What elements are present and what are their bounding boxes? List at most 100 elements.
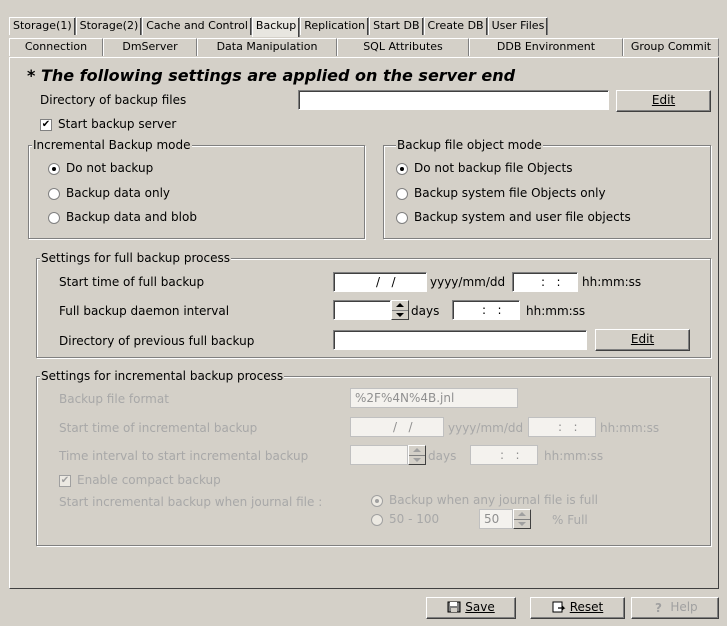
- tab-group-commit[interactable]: Group Commit: [623, 38, 719, 56]
- save-button[interactable]: Save: [426, 597, 516, 619]
- radio-label: Do not backup: [66, 161, 154, 175]
- radio-label: Do not backup file Objects: [414, 161, 573, 175]
- tab-replication[interactable]: Replication: [300, 17, 370, 35]
- tab-storage-2[interactable]: Storage(2): [75, 17, 143, 35]
- tab-sql-attributes[interactable]: SQL Attributes: [337, 38, 469, 56]
- backup-dir-label: Directory of backup files: [40, 93, 187, 107]
- full-date-format-label: yyyy/mm/dd: [430, 275, 506, 289]
- prev-dir-label: Directory of previous full backup: [59, 334, 255, 348]
- save-icon: [447, 600, 461, 613]
- percent-full-label: % Full: [552, 513, 588, 527]
- reset-button[interactable]: Reset: [530, 597, 625, 619]
- inc-start-time-input[interactable]: : :: [528, 417, 596, 437]
- checkbox-checked-icon: ✔: [59, 474, 71, 487]
- tab-backup[interactable]: Backup: [251, 17, 301, 37]
- radio-label: Backup data only: [66, 186, 171, 200]
- file-format-input[interactable]: %2F%4N%4B.jnl: [350, 388, 518, 408]
- full-backup-title: Settings for full backup process: [40, 251, 231, 265]
- tab-user-files[interactable]: User Files: [487, 17, 549, 35]
- radio-selected-icon: [48, 162, 60, 175]
- radio-selected-icon: [371, 494, 383, 507]
- inc-time-format-label: hh:mm:ss: [600, 421, 660, 435]
- journal-trigger-label: Start incremental backup when journal fi…: [59, 495, 323, 509]
- full-start-date-input[interactable]: / /: [333, 272, 427, 292]
- enable-compact-backup-checkbox[interactable]: ✔ Enable compact backup: [59, 472, 221, 488]
- prev-dir-edit-button[interactable]: Edit: [595, 329, 690, 351]
- start-backup-server-label: Start backup server: [58, 117, 177, 131]
- radio-no-file-objects[interactable]: Do not backup file Objects: [396, 160, 572, 176]
- inc-interval-days-input[interactable]: [350, 445, 408, 465]
- radio-label: Backup data and blob: [66, 210, 197, 224]
- tab-start-db[interactable]: Start DB: [369, 17, 424, 35]
- tab-data-manipulation[interactable]: Data Manipulation: [197, 38, 337, 56]
- inc-date-format-label: yyyy/mm/dd: [448, 421, 524, 435]
- spin-up-icon: [392, 301, 408, 310]
- reset-button-label: Reset: [569, 600, 604, 614]
- prev-dir-input[interactable]: [333, 330, 587, 350]
- full-start-time-label: Start time of full backup: [59, 275, 205, 289]
- inc-interval-label: Time interval to start incremental backu…: [59, 449, 309, 463]
- radio-selected-icon: [396, 162, 408, 175]
- tab-row-1: Storage(1) Storage(2) Cache and Control …: [9, 17, 549, 37]
- start-backup-server-checkbox[interactable]: ✔ Start backup server: [40, 116, 176, 132]
- radio-journal-percent[interactable]: 50 - 100: [371, 511, 439, 527]
- tab-storage-1[interactable]: Storage(1): [9, 17, 76, 35]
- percent-full-spinner[interactable]: [513, 509, 531, 529]
- full-interval-label: Full backup daemon interval: [59, 304, 230, 318]
- radio-system-and-user-file-objects[interactable]: Backup system and user file objects: [396, 209, 631, 225]
- full-time-format-label: hh:mm:ss: [582, 275, 642, 289]
- radio-label: 50 - 100: [389, 512, 440, 526]
- full-start-time-input[interactable]: : :: [512, 272, 578, 292]
- inc-interval-format-label: hh:mm:ss: [544, 449, 604, 463]
- spin-up-icon: [514, 510, 530, 519]
- file-object-mode-title: Backup file object mode: [396, 138, 543, 152]
- tab-cache-and-control[interactable]: Cache and Control: [142, 17, 252, 35]
- full-interval-format-label: hh:mm:ss: [526, 304, 586, 318]
- help-button-label: Help: [670, 600, 698, 614]
- tab-connection[interactable]: Connection: [9, 38, 103, 56]
- svg-text:?: ?: [655, 601, 662, 613]
- radio-unselected-icon: [48, 211, 60, 224]
- radio-unselected-icon: [396, 211, 408, 224]
- edit-button-label: Edit: [630, 332, 655, 346]
- incremental-mode-title: Incremental Backup mode: [32, 138, 192, 152]
- file-format-label: Backup file format: [59, 392, 169, 406]
- edit-button-label: Edit: [651, 93, 676, 107]
- radio-label: Backup system file Objects only: [414, 186, 606, 200]
- tab-dmserver[interactable]: DmServer: [103, 38, 197, 56]
- tab-create-db[interactable]: Create DB: [423, 17, 488, 35]
- help-button[interactable]: ? Help: [631, 597, 719, 619]
- page-heading: * The following settings are applied on …: [27, 66, 516, 85]
- full-days-label: days: [411, 304, 440, 318]
- radio-unselected-icon: [48, 187, 60, 200]
- incremental-backup-title: Settings for incremental backup process: [40, 369, 285, 383]
- radio-system-file-objects[interactable]: Backup system file Objects only: [396, 185, 606, 201]
- radio-label: Backup when any journal file is full: [389, 493, 598, 507]
- tab-row-2: Connection DmServer Data Manipulation SQ…: [9, 38, 719, 56]
- radio-do-not-backup[interactable]: Do not backup: [48, 160, 153, 176]
- inc-start-time-label: Start time of incremental backup: [59, 421, 258, 435]
- radio-unselected-icon: [371, 513, 383, 526]
- radio-label: Backup system and user file objects: [414, 210, 631, 224]
- radio-backup-data-only[interactable]: Backup data only: [48, 185, 170, 201]
- full-interval-time-input[interactable]: : :: [452, 300, 520, 320]
- full-interval-spinner[interactable]: [391, 300, 409, 320]
- backup-dir-edit-button[interactable]: Edit: [616, 90, 711, 112]
- percent-full-input[interactable]: 50: [479, 509, 513, 529]
- checkbox-checked-icon: ✔: [40, 118, 52, 131]
- spin-down-icon: [514, 519, 530, 528]
- spin-down-icon: [392, 310, 408, 319]
- radio-journal-full[interactable]: Backup when any journal file is full: [371, 492, 598, 508]
- inc-interval-time-input[interactable]: : :: [470, 445, 538, 465]
- inc-start-date-input[interactable]: / /: [350, 417, 444, 437]
- tab-ddb-environment[interactable]: DDB Environment: [469, 38, 623, 56]
- button-bar: Save Reset ? Help: [9, 595, 719, 623]
- compact-backup-label: Enable compact backup: [77, 473, 221, 487]
- spin-down-icon: [409, 455, 425, 464]
- backup-dir-input[interactable]: [298, 90, 609, 110]
- help-icon: ?: [652, 600, 666, 615]
- reset-icon: [552, 600, 566, 613]
- radio-backup-data-and-blob[interactable]: Backup data and blob: [48, 209, 197, 225]
- inc-interval-spinner[interactable]: [408, 445, 426, 465]
- full-interval-days-input[interactable]: [333, 300, 391, 320]
